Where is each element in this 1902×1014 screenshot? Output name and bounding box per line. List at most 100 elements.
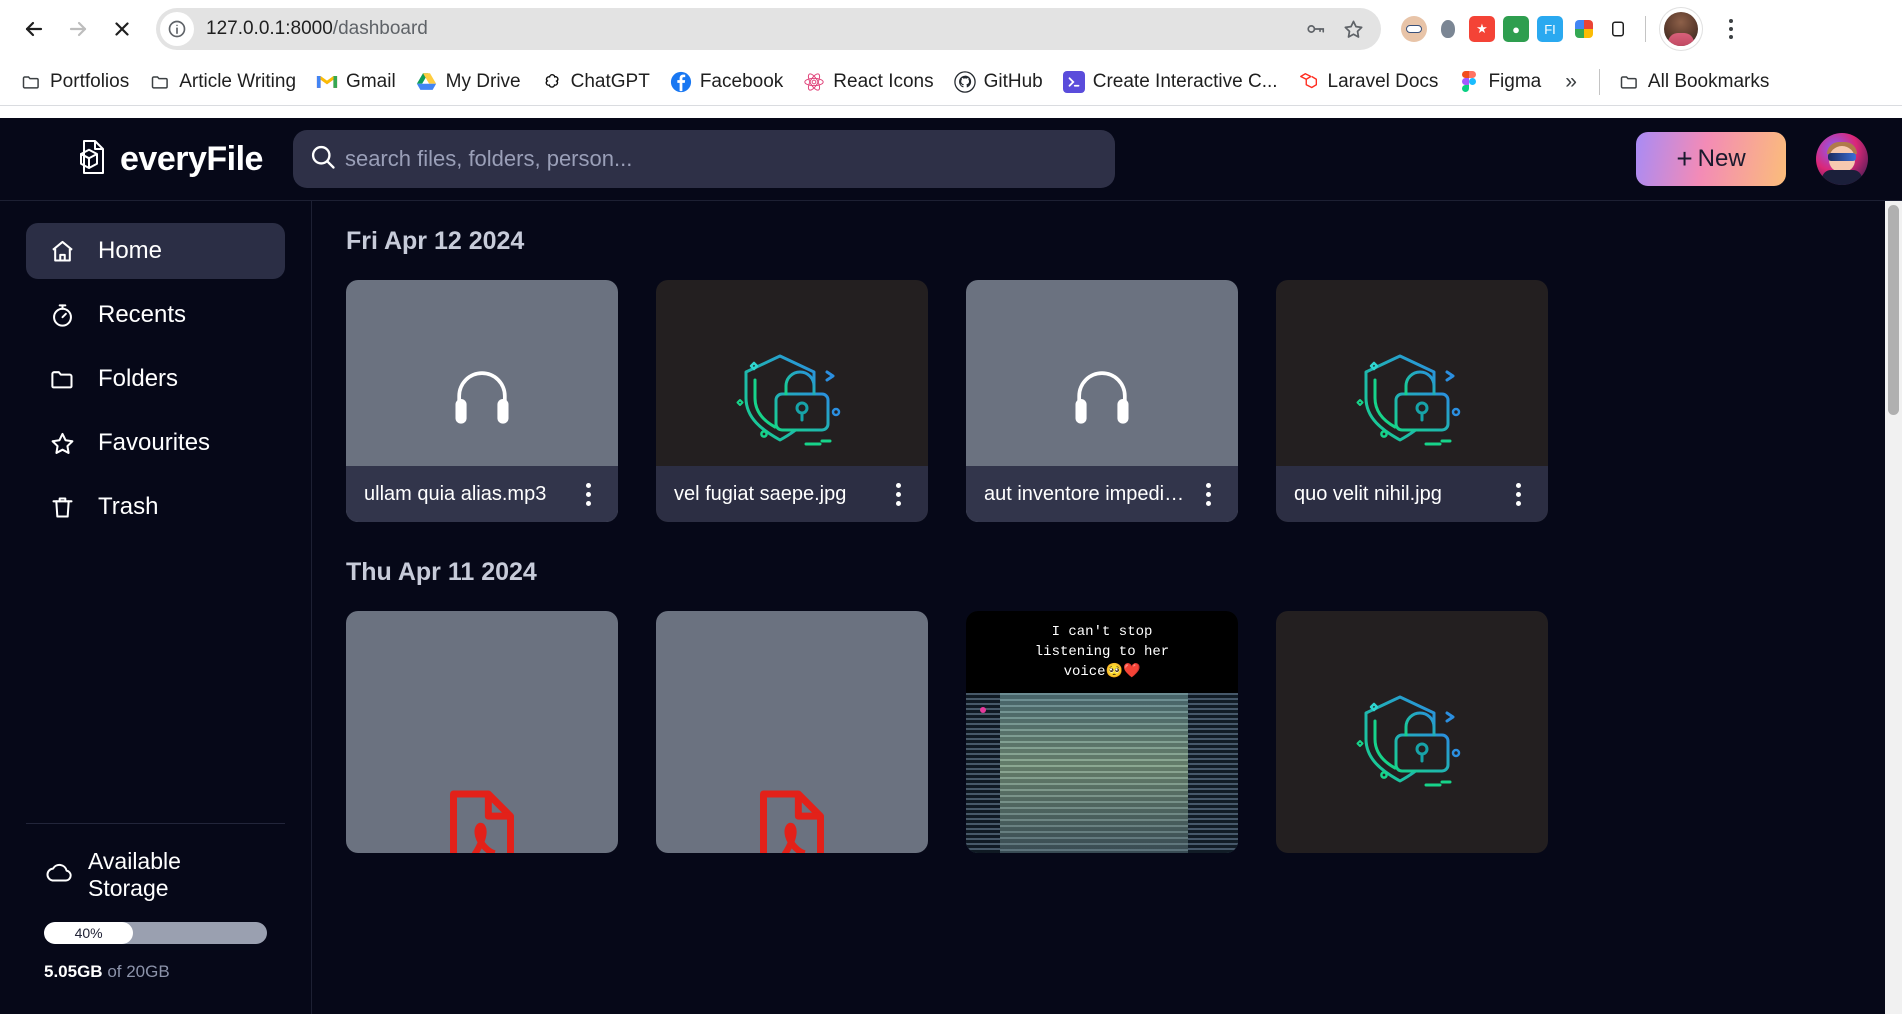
storage-total: of 20GB [107, 962, 169, 981]
all-bookmarks-button[interactable]: All Bookmarks [1610, 66, 1777, 98]
chatgpt-icon [541, 71, 563, 93]
bookmark-item[interactable]: GitHub [946, 66, 1051, 98]
laravel-icon [1298, 71, 1320, 93]
storage-percent-label: 40% [75, 925, 103, 941]
folder-icon [20, 71, 42, 93]
bookmark-label: Figma [1488, 71, 1541, 93]
stopwatch-icon [48, 301, 76, 329]
everyfile-app: everyFile + New Home [0, 118, 1902, 1014]
file-options-menu[interactable] [1196, 478, 1220, 510]
available-storage-panel: Available Storage 40% 5.05GB of 20GB [26, 823, 285, 1014]
browser-toolbar: 127.0.0.1:8000/dashboard ★ ● FI [0, 0, 1902, 58]
search-bar[interactable] [293, 130, 1115, 188]
extension-icon-6[interactable] [1571, 16, 1597, 42]
file-grid: I can't stop listening to her voice🥺❤️ [346, 611, 1852, 853]
browser-profile-avatar[interactable] [1660, 8, 1702, 50]
bookmark-item[interactable]: Create Interactive C... [1055, 66, 1286, 98]
file-options-menu[interactable] [1506, 478, 1530, 510]
folder-icon [149, 71, 171, 93]
extension-icon-5[interactable]: FI [1537, 16, 1563, 42]
search-icon [309, 143, 337, 176]
bookmark-item[interactable]: Figma [1450, 66, 1549, 98]
app-body: Home Recents Folders Favourites [0, 200, 1902, 1014]
cloud-icon [44, 862, 74, 889]
extension-icon-2[interactable] [1435, 16, 1461, 42]
date-group-header: Fri Apr 12 2024 [346, 227, 1852, 256]
back-button[interactable] [14, 9, 54, 49]
trash-icon [48, 493, 76, 521]
bookmark-label: React Icons [833, 71, 933, 93]
address-bar[interactable]: 127.0.0.1:8000/dashboard [156, 8, 1381, 50]
file-card[interactable]: vel fugiat saepe.jpg [656, 280, 928, 522]
star-icon[interactable] [1337, 13, 1369, 45]
sidebar-item-trash[interactable]: Trash [26, 479, 285, 535]
storage-progress-fill: 40% [44, 922, 133, 944]
app-logo[interactable]: everyFile [72, 138, 263, 181]
omnibox-actions [1299, 13, 1369, 45]
site-info-icon[interactable] [160, 12, 194, 46]
bookmark-label: Create Interactive C... [1093, 71, 1278, 93]
bookmark-label: Gmail [346, 71, 396, 93]
new-button[interactable]: + New [1636, 132, 1786, 186]
shield-lock-icon [1352, 344, 1472, 459]
sidebar: Home Recents Folders Favourites [0, 200, 312, 1014]
extension-icon-4[interactable]: ● [1503, 16, 1529, 42]
avatar[interactable] [1816, 133, 1868, 185]
bookmark-item[interactable]: My Drive [408, 66, 529, 98]
search-input[interactable] [345, 146, 1099, 172]
sidebar-item-recents[interactable]: Recents [26, 287, 285, 343]
file-card[interactable]: quo velit nihil.jpg [1276, 280, 1548, 522]
extension-icon-7[interactable] [1605, 16, 1631, 42]
file-card[interactable]: I can't stop listening to her voice🥺❤️ [966, 611, 1238, 853]
file-card[interactable] [656, 611, 928, 853]
plus-icon: + [1676, 145, 1692, 173]
bookmark-label: My Drive [446, 71, 521, 93]
browser-chrome: 127.0.0.1:8000/dashboard ★ ● FI [0, 0, 1902, 118]
bookmark-item[interactable]: ChatGPT [533, 66, 658, 98]
stop-loading-button[interactable] [102, 9, 142, 49]
home-icon [48, 237, 76, 265]
file-card-footer: ullam quia alias.mp3 [346, 466, 618, 522]
key-icon[interactable] [1299, 13, 1331, 45]
page-scrollbar[interactable] [1885, 201, 1902, 1014]
three-dot-menu-icon[interactable] [1714, 9, 1748, 49]
pdf-file-icon [754, 786, 830, 853]
scrollbar-thumb[interactable] [1888, 205, 1899, 415]
extensions-area: ★ ● FI [1401, 8, 1748, 50]
file-card[interactable] [346, 611, 618, 853]
file-card[interactable]: aut inventore impedit.... [966, 280, 1238, 522]
sidebar-item-favourites[interactable]: Favourites [26, 415, 285, 471]
video-frame [966, 693, 1238, 853]
url-host: 127.0.0.1:8000 [206, 18, 333, 39]
sidebar-item-home[interactable]: Home [26, 223, 285, 279]
figma-icon [1458, 71, 1480, 93]
sidebar-item-label: Favourites [98, 429, 210, 457]
bookmarks-overflow-button[interactable]: » [1553, 70, 1589, 94]
app-header: everyFile + New [0, 118, 1902, 200]
forward-button[interactable] [58, 9, 98, 49]
bookmark-item[interactable]: Facebook [662, 66, 791, 98]
bookmark-item[interactable]: Laravel Docs [1290, 66, 1447, 98]
bookmarks-divider [1599, 69, 1600, 95]
file-grid: ullam quia alias.mp3 [346, 280, 1852, 522]
storage-usage-text: 5.05GB of 20GB [44, 962, 267, 982]
pdf-file-icon [444, 786, 520, 853]
extension-icon-3[interactable]: ★ [1469, 16, 1495, 42]
terminal-icon [1063, 71, 1085, 93]
bookmark-item[interactable]: Article Writing [141, 66, 304, 98]
extension-icon-1[interactable] [1401, 16, 1427, 42]
video-caption: I can't stop listening to her voice🥺❤️ [966, 611, 1238, 693]
file-options-menu[interactable] [576, 478, 600, 510]
file-name: ullam quia alias.mp3 [364, 483, 568, 506]
file-card-footer: quo velit nihil.jpg [1276, 466, 1548, 522]
file-options-menu[interactable] [886, 478, 910, 510]
gmail-icon [316, 71, 338, 93]
bookmark-item[interactable]: Portfolios [12, 66, 137, 98]
bookmark-item[interactable]: React Icons [795, 66, 941, 98]
file-card[interactable] [1276, 611, 1548, 853]
sidebar-item-folders[interactable]: Folders [26, 351, 285, 407]
bookmark-item[interactable]: Gmail [308, 66, 404, 98]
react-icon [803, 71, 825, 93]
folder-icon [48, 365, 76, 393]
file-card[interactable]: ullam quia alias.mp3 [346, 280, 618, 522]
